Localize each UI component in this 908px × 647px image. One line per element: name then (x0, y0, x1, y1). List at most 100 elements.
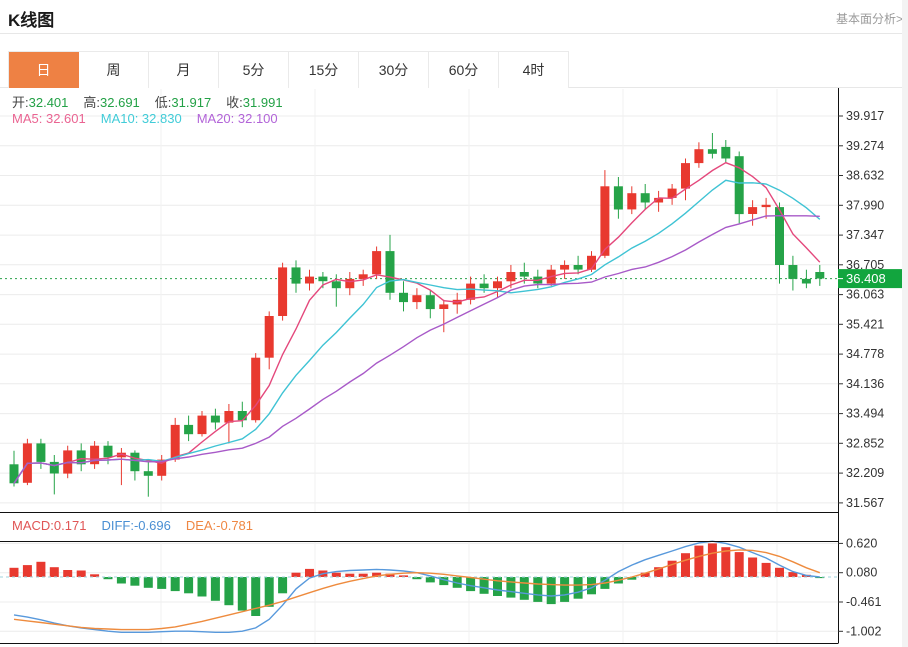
macd-bar (171, 577, 180, 591)
candle (386, 235, 395, 300)
legend-item: 低:31.917 (155, 95, 211, 110)
current-price-tag: 36.408 (838, 269, 906, 288)
macd-bar (292, 573, 301, 577)
candle (184, 416, 193, 442)
macd-bar (251, 577, 260, 616)
legend-item: 高:32.691 (83, 95, 139, 110)
candle (265, 311, 274, 369)
macd-bar (117, 577, 126, 584)
macd-bar (735, 552, 744, 577)
candle (560, 260, 569, 279)
candle (439, 300, 448, 332)
axis-label: 37.347 (846, 228, 884, 242)
candle (466, 277, 475, 305)
macd-bar (50, 567, 59, 577)
macd-bar (23, 565, 32, 577)
tab-15分[interactable]: 15分 (289, 52, 359, 88)
macd-bar (426, 577, 435, 582)
candle (23, 439, 32, 485)
axis-label: -1.002 (846, 624, 881, 638)
macd-bar (130, 577, 139, 586)
macd-bar (466, 577, 475, 591)
candle (77, 443, 86, 471)
macd-bar (506, 577, 515, 598)
panel-header: K线图 基本面分析> (0, 0, 908, 34)
candle (372, 247, 381, 279)
candle (399, 281, 408, 311)
candle (802, 270, 811, 289)
axis-label: 39.917 (846, 109, 884, 123)
candle (278, 263, 287, 321)
candle (815, 265, 824, 286)
macd-bar (574, 577, 583, 599)
macd-bar (10, 568, 19, 577)
axis-label: 33.494 (846, 407, 884, 421)
candle (721, 140, 730, 163)
candle (50, 455, 59, 494)
macd-bar (238, 577, 247, 611)
macd-bar (533, 577, 542, 602)
legend-item: 收:31.991 (226, 95, 282, 110)
kline-panel: K线图 基本面分析> 日周月5分15分30分60分4时 39.917 39.274… (0, 0, 908, 647)
candle (144, 462, 153, 497)
candle (627, 186, 636, 214)
macd-bar (762, 563, 771, 577)
macd-bar (694, 546, 703, 577)
macd-bar (77, 571, 86, 578)
candle (198, 411, 207, 437)
tab-60分[interactable]: 60分 (429, 52, 499, 88)
macd-bar (681, 553, 690, 577)
candle (10, 451, 19, 487)
candle (681, 159, 690, 201)
candle (600, 170, 609, 258)
candle (305, 270, 314, 291)
macd-bar (184, 577, 193, 593)
candle (130, 450, 139, 480)
tab-4时[interactable]: 4时 (499, 52, 569, 88)
axis-label: -0.461 (846, 595, 881, 609)
legend-item: 开:32.401 (12, 95, 68, 110)
tab-30分[interactable]: 30分 (359, 52, 429, 88)
macd-bar (547, 577, 556, 604)
ma5-line (14, 163, 820, 484)
fundamental-analysis-link[interactable]: 基本面分析> (836, 10, 903, 27)
legend-item: DEA:-0.781 (186, 518, 253, 533)
candle (251, 353, 260, 423)
candle (238, 402, 247, 428)
macd-bar (211, 577, 220, 601)
macd-bar (144, 577, 153, 588)
macd-legend: MACD:0.171DIFF:-0.696DEA:-0.781 (12, 518, 268, 533)
axis-label: 32.852 (846, 436, 884, 450)
axis-label: 0.620 (846, 536, 877, 550)
scrollbar[interactable] (902, 0, 908, 647)
candle (748, 200, 757, 226)
tab-5分[interactable]: 5分 (219, 52, 289, 88)
macd-bar (36, 562, 45, 577)
tab-周[interactable]: 周 (79, 52, 149, 88)
macd-bar (332, 573, 341, 577)
candle (157, 455, 166, 481)
tab-月[interactable]: 月 (149, 52, 219, 88)
macd-bar (157, 577, 166, 589)
candle (788, 256, 797, 291)
legend-item: MA10: 32.830 (101, 111, 182, 126)
macd-bar (278, 577, 287, 593)
tab-日[interactable]: 日 (9, 52, 79, 88)
axis-label: 39.274 (846, 139, 884, 153)
axis-label: 34.778 (846, 347, 884, 361)
candle (453, 293, 462, 314)
axis-label: 31.567 (846, 496, 884, 510)
macd-bar (224, 577, 233, 605)
macd-bar (708, 543, 717, 577)
macd-bar (198, 577, 207, 597)
macd-bar (775, 568, 784, 577)
macd-bar (560, 577, 569, 602)
legend-item: MA5: 32.601 (12, 111, 86, 126)
legend-item: MA20: 32.100 (197, 111, 278, 126)
ohlc-legend: 开:32.401 高:32.691 低:31.917 收:31.991 (12, 92, 298, 111)
candle (90, 441, 99, 469)
axis-label: 37.990 (846, 198, 884, 212)
candle (211, 409, 220, 430)
axis-label: 32.209 (846, 466, 884, 480)
ma10-line (14, 180, 820, 483)
